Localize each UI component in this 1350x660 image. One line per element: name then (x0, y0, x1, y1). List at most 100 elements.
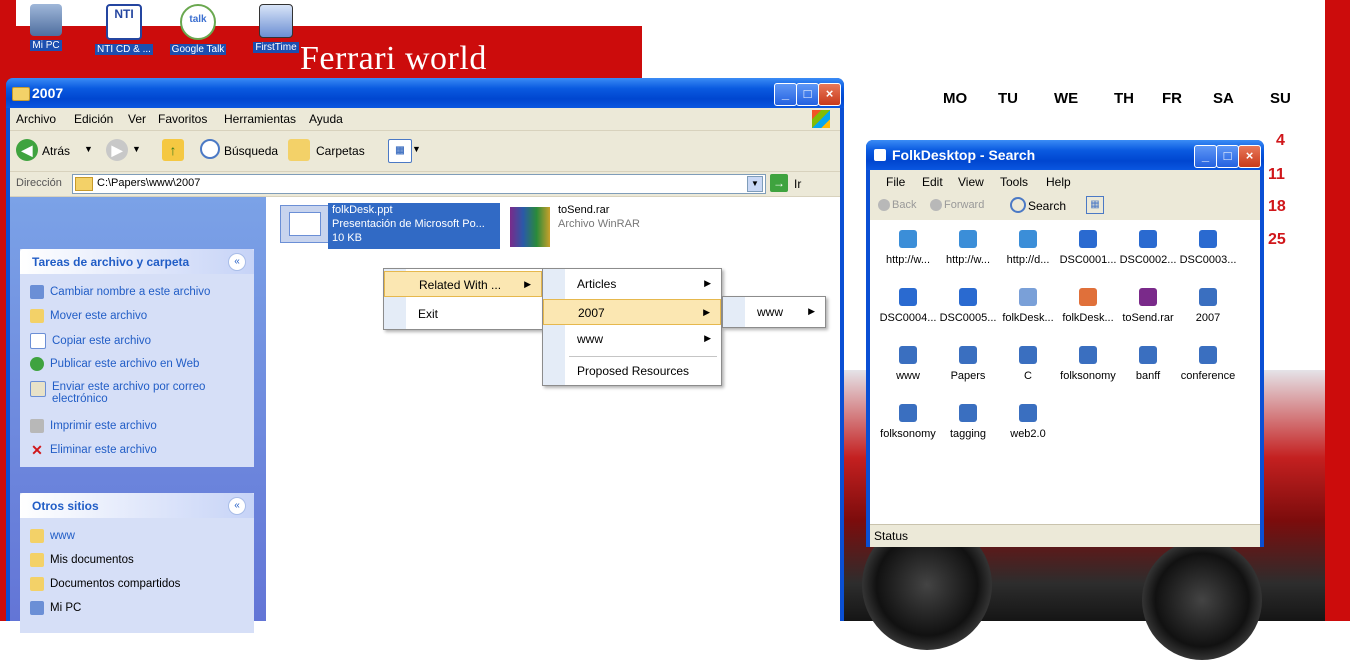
file-tasks-header[interactable]: Tareas de archivo y carpeta « (20, 249, 254, 274)
menu-item-proposed-resources[interactable]: Proposed Resources (543, 358, 721, 384)
place-mis-documentos[interactable]: Mis documentos (30, 553, 134, 567)
desktop-icon-nti[interactable]: NTI NTI CD & ... (92, 4, 156, 55)
result-item[interactable]: DSC0005... (936, 288, 1000, 324)
result-item[interactable]: tagging (936, 404, 1000, 440)
menu-file[interactable]: File (886, 175, 905, 189)
collapse-chevron-icon[interactable]: « (228, 253, 246, 271)
result-item[interactable]: toSend.rar (1116, 288, 1180, 324)
search-button[interactable]: Search (1028, 199, 1066, 213)
back-arrow-icon[interactable]: ◀ (16, 139, 38, 161)
task-move[interactable]: Mover este archivo (30, 309, 147, 323)
menu-edit[interactable]: Edit (922, 175, 943, 189)
other-places-title: Otros sitios (32, 499, 99, 513)
menu-ver[interactable]: Ver (128, 112, 146, 126)
result-item[interactable]: http://w... (876, 230, 940, 266)
result-item[interactable]: conference (1176, 346, 1240, 382)
forward-dropdown-icon[interactable]: ▼ (132, 144, 141, 154)
winrar-icon[interactable] (510, 207, 550, 247)
menu-item-2007[interactable]: 2007 ▶ (543, 299, 721, 325)
result-item[interactable]: 2007 (1176, 288, 1240, 324)
menu-item-related-with[interactable]: Related With ... ▶ (384, 271, 542, 297)
folkdesktop-window: FolkDesktop - Search _ □ × File Edit Vie… (866, 140, 1264, 547)
desktop-icon-label: NTI CD & ... (95, 44, 153, 55)
back-button[interactable]: Back (892, 199, 916, 211)
search-button[interactable]: Búsqueda (224, 144, 278, 158)
desktop-icon-mi-pc[interactable]: Mi PC (14, 4, 78, 51)
folders-button[interactable]: Carpetas (316, 144, 365, 158)
back-dropdown-icon[interactable]: ▼ (84, 144, 93, 154)
file-size: 10 KB (332, 232, 362, 244)
result-item[interactable]: DSC0002... (1116, 230, 1180, 266)
menu-tools[interactable]: Tools (1000, 175, 1028, 189)
close-button[interactable]: × (1238, 145, 1261, 168)
other-places-header[interactable]: Otros sitios « (20, 493, 254, 518)
result-item[interactable]: folksonomy (1056, 346, 1120, 382)
views-icon[interactable]: ▦ (1086, 196, 1104, 214)
task-publish-web[interactable]: Publicar este archivo en Web (30, 357, 199, 371)
address-dropdown-icon[interactable]: ▼ (747, 176, 763, 192)
result-item[interactable]: DSC0001... (1056, 230, 1120, 266)
ppt-file-icon[interactable] (280, 205, 332, 243)
task-print[interactable]: Imprimir este archivo (30, 419, 157, 433)
menu-archivo[interactable]: Archivo (16, 112, 56, 126)
menu-item-www-sub[interactable]: www ▶ (723, 299, 825, 325)
rar-icon (1139, 288, 1157, 306)
result-item[interactable]: DSC0004... (876, 288, 940, 324)
place-documentos-compartidos[interactable]: Documentos compartidos (30, 577, 180, 591)
statusbar: Status (870, 524, 1260, 547)
result-item[interactable]: C (996, 346, 1060, 382)
task-email[interactable]: Enviar este archivo por correo electróni… (30, 381, 230, 405)
result-item[interactable]: http://d... (996, 230, 1060, 266)
maximize-button[interactable]: □ (1216, 145, 1239, 168)
folkdesktop-titlebar[interactable]: FolkDesktop - Search _ □ × (866, 140, 1264, 170)
menu-favoritos[interactable]: Favoritos (158, 112, 207, 126)
task-label: Publicar este archivo en Web (50, 358, 200, 371)
explorer-titlebar[interactable]: 2007 _ □ × (6, 78, 844, 108)
folders-icon (288, 139, 310, 161)
file-item-folkdesk[interactable]: folkDesk.ppt Presentación de Microsoft P… (328, 203, 500, 249)
task-label: Enviar este archivo por correo electróni… (52, 381, 206, 405)
place-www[interactable]: www (30, 529, 75, 543)
menu-herramientas[interactable]: Herramientas (224, 112, 296, 126)
minimize-button[interactable]: _ (774, 83, 797, 106)
menu-item-www[interactable]: www ▶ (543, 326, 721, 352)
address-input[interactable]: C:\Papers\www\2007 ▼ (72, 174, 766, 194)
menu-ayuda[interactable]: Ayuda (309, 112, 343, 126)
maximize-button[interactable]: □ (796, 83, 819, 106)
result-item[interactable]: DSC0003... (1176, 230, 1240, 266)
result-item[interactable]: Papers (936, 346, 1000, 382)
task-rename[interactable]: Cambiar nombre a este archivo (30, 285, 210, 299)
collapse-chevron-icon[interactable]: « (228, 497, 246, 515)
result-item[interactable]: folksonomy (876, 404, 940, 440)
image-icon (1199, 230, 1217, 248)
forward-button[interactable]: Forward (944, 199, 984, 211)
views-icon[interactable]: ▦ (388, 139, 412, 163)
up-folder-icon[interactable]: ↑ (162, 139, 184, 161)
menu-view[interactable]: View (958, 175, 984, 189)
task-copy[interactable]: Copiar este archivo (30, 333, 151, 349)
place-mi-pc[interactable]: Mi PC (30, 601, 81, 615)
close-button[interactable]: × (818, 83, 841, 106)
minimize-button[interactable]: _ (1194, 145, 1217, 168)
result-item[interactable]: http://w... (936, 230, 1000, 266)
result-item[interactable]: www (876, 346, 940, 382)
result-item[interactable]: folkDesk... (1056, 288, 1120, 324)
file-item-tosend[interactable]: toSend.rar Archivo WinRAR (558, 203, 640, 231)
desktop-icon-google-talk[interactable]: talk Google Talk (166, 4, 230, 55)
views-dropdown-icon[interactable]: ▼ (412, 144, 421, 154)
forward-arrow-icon[interactable]: ▶ (106, 139, 128, 161)
go-button[interactable]: Ir (794, 177, 801, 191)
menu-item-exit[interactable]: Exit (384, 301, 542, 327)
menu-item-articles[interactable]: Articles ▶ (543, 271, 721, 297)
result-item[interactable]: web2.0 (996, 404, 1060, 440)
result-item[interactable]: banff (1116, 346, 1180, 382)
desktop-icon-firsttime[interactable]: FirstTime (244, 4, 308, 53)
menu-help[interactable]: Help (1046, 175, 1071, 189)
task-delete[interactable]: ✕ Eliminar este archivo (30, 443, 157, 457)
result-item[interactable]: folkDesk... (996, 288, 1060, 324)
go-arrow-icon[interactable]: → (770, 174, 788, 192)
menu-edicion[interactable]: Edición (74, 112, 113, 126)
calendar-date: 25 (1268, 231, 1286, 248)
back-button[interactable]: Atrás (42, 144, 70, 158)
menu-separator (569, 356, 717, 357)
